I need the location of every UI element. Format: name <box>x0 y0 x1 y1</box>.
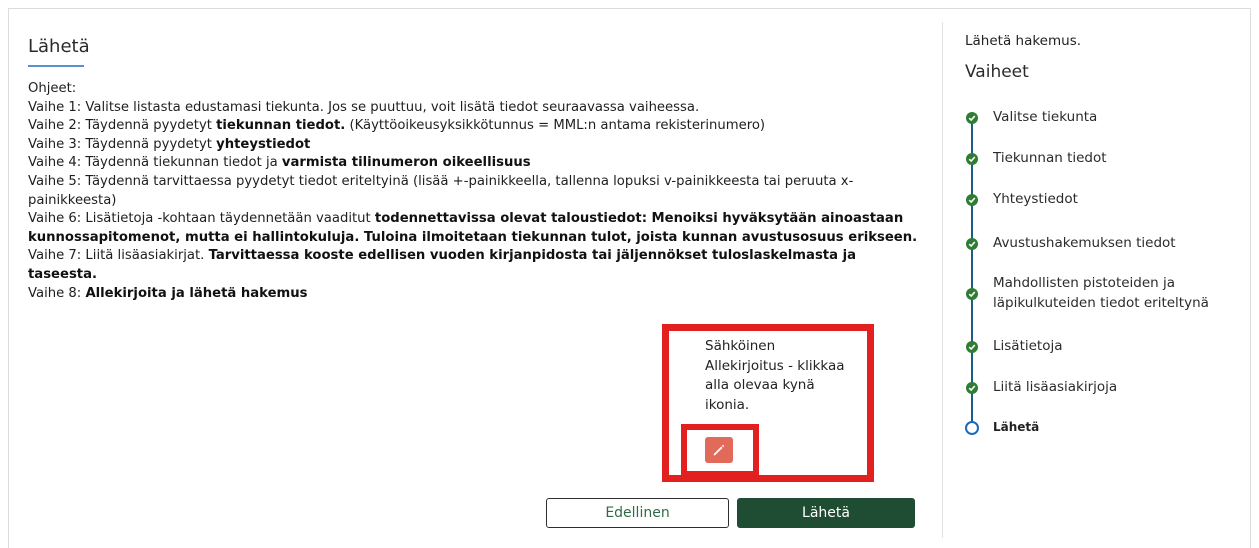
sidebar-header: Lähetä hakemus. <box>965 33 1082 49</box>
instruction-step-4: Vaihe 4: Täydennä tiekunnan tiedot ja va… <box>28 155 531 171</box>
pencil-icon <box>713 444 725 456</box>
instruction-step-8: Vaihe 8: Allekirjoita ja lähetä hakemus <box>28 285 308 301</box>
instruction-step-2: Vaihe 2: Täydennä pyydetyt tiekunnan tie… <box>28 118 766 134</box>
check-icon <box>966 194 978 206</box>
sidebar-step-label[interactable]: Liitä lisäasiakirjoja <box>993 378 1243 398</box>
instructions: Ohjeet: Vaihe 1: Valitse listasta edusta… <box>28 80 918 303</box>
sign-button[interactable] <box>705 437 733 463</box>
check-icon <box>966 382 978 394</box>
previous-button[interactable]: Edellinen <box>546 498 729 528</box>
sidebar-step-label[interactable]: Yhteystiedot <box>993 190 1243 210</box>
title-underline <box>28 65 84 67</box>
instruction-step-1: Vaihe 1: Valitse listasta edustamasi tie… <box>28 99 700 115</box>
instruction-step-7: Vaihe 7: Liitä lisäasiakirjat. Tarvittae… <box>28 248 857 282</box>
check-icon <box>966 153 978 165</box>
check-icon <box>966 238 978 250</box>
instruction-step-6: Vaihe 6: Lisätietoja -kohtaan täydennetä… <box>28 211 918 245</box>
instruction-step-5: Vaihe 5: Täydennä tarvittaessa pyydetyt … <box>28 173 854 208</box>
sidebar-step-label[interactable]: Lähetä <box>993 418 1243 438</box>
sidebar-step-label[interactable]: Lisätietoja <box>993 337 1243 357</box>
sidebar-step-label[interactable]: Valitse tiekunta <box>993 108 1243 128</box>
sidebar-title: Vaiheet <box>965 62 1029 82</box>
check-icon <box>966 341 978 353</box>
panel-divider <box>942 22 943 538</box>
current-step-icon <box>965 421 979 435</box>
signature-instruction: Sähköinen Allekirjoitus - klikkaa alla o… <box>705 338 845 413</box>
check-icon <box>966 288 978 300</box>
sidebar-step-label[interactable]: Mahdollisten pistoteiden ja läpikulkutei… <box>993 274 1243 313</box>
sidebar-step-label[interactable]: Tiekunnan tiedot <box>993 149 1243 169</box>
instruction-step-3: Vaihe 3: Täydennä pyydetyt yhteystiedot <box>28 136 311 152</box>
sidebar-step-label[interactable]: Avustushakemuksen tiedot <box>993 234 1243 254</box>
send-button[interactable]: Lähetä <box>737 498 915 528</box>
check-icon <box>966 112 978 124</box>
instructions-heading: Ohjeet: <box>28 81 77 96</box>
page-title: Lähetä <box>28 36 90 57</box>
